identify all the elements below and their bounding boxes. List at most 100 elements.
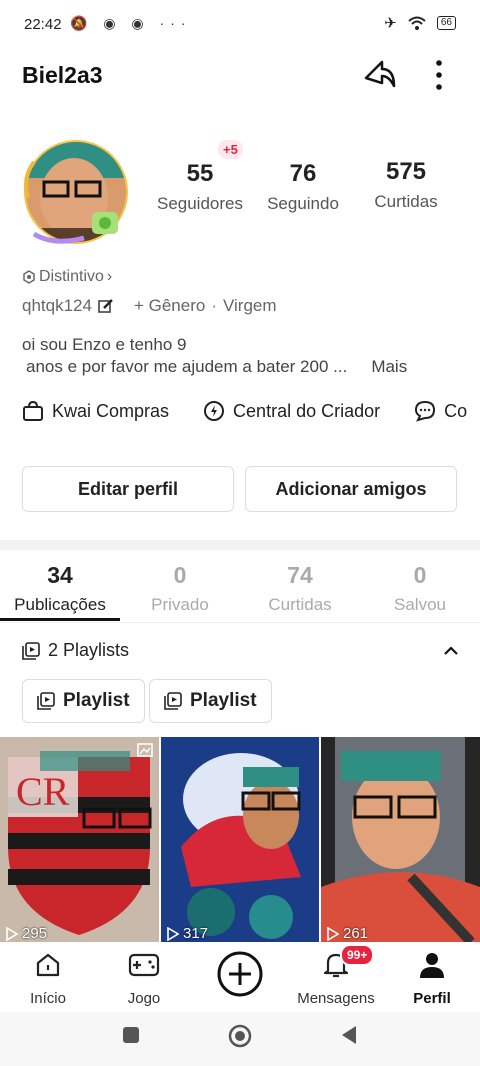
shortcut-row: Kwai Compras Central do Criador Co — [22, 400, 480, 422]
person-icon — [420, 953, 444, 978]
status-time: 22:42 — [24, 16, 62, 33]
tab-private[interactable]: 0 Privado — [120, 562, 240, 615]
kwai-shop-shortcut[interactable]: Kwai Compras — [22, 400, 169, 422]
chevron-right-icon: › — [106, 268, 113, 285]
nav-game-label: Jogo — [127, 990, 161, 1007]
flamengo-shield-image: CR — [0, 737, 159, 942]
tab-saved[interactable]: 0 Salvou — [360, 562, 480, 615]
system-navigation-bar — [0, 1012, 480, 1066]
likes-stat[interactable]: 575 Curtidas — [366, 158, 446, 212]
chevron-up-icon[interactable] — [442, 642, 460, 660]
tab-publications-label: Publicações — [14, 595, 106, 614]
profile-bio: oi sou Enzo e tenho 9 anos e por favor m… — [22, 334, 462, 378]
messages-badge: 99+ — [340, 944, 375, 966]
playlist-button-label: Playlist — [190, 690, 257, 711]
section-divider — [0, 540, 480, 550]
video-thumbnail[interactable]: CR 295 — [0, 737, 159, 942]
badge-link[interactable]: Distintivo › — [22, 268, 112, 286]
video-views: 295 — [6, 925, 47, 942]
badge-icon — [23, 270, 35, 284]
chat-shortcut-label: Co — [444, 400, 468, 421]
playlist-icon — [22, 641, 40, 660]
image-post-icon — [137, 743, 153, 757]
tab-saved-count: 0 — [413, 562, 427, 588]
status-notification-icons: 🔕 ◉ ◉ ··· — [70, 15, 192, 31]
video-image — [161, 737, 319, 942]
recent-apps-icon[interactable] — [122, 1026, 140, 1044]
status-bar: 22:42 🔕 ◉ ◉ ··· ✈ 66 — [0, 0, 480, 50]
play-icon — [167, 926, 179, 941]
following-stat[interactable]: 76 Seguindo — [260, 160, 346, 214]
add-friends-button[interactable]: Adicionar amigos — [245, 466, 457, 512]
edit-profile-button[interactable]: Editar perfil — [22, 466, 234, 512]
playlists-header-label: 2 Playlists — [48, 640, 130, 660]
airplane-icon: ✈ — [384, 15, 397, 32]
page-title: Biel2a3 — [22, 62, 103, 88]
followers-count: 55 — [186, 160, 214, 187]
status-system-icons: ✈ 66 — [384, 14, 456, 32]
plus-circle-icon — [217, 951, 263, 997]
tab-publications[interactable]: 34 Publicações — [0, 562, 120, 615]
shopping-bag-icon — [23, 400, 43, 421]
tab-liked-count: 74 — [287, 562, 313, 588]
video-image — [321, 737, 480, 942]
nav-profile-label: Perfil — [413, 990, 451, 1007]
chat-bubble-icon — [415, 400, 436, 422]
wifi-icon — [408, 16, 426, 30]
bio-more-link[interactable]: Mais — [371, 356, 407, 378]
followers-stat[interactable]: 55 Seguidores — [150, 160, 250, 214]
creator-center-shortcut[interactable]: Central do Criador — [203, 400, 380, 422]
back-icon[interactable] — [340, 1025, 358, 1045]
play-icon — [327, 926, 339, 941]
active-tab-indicator — [0, 618, 120, 621]
video-thumbnail[interactable]: 261 — [321, 737, 480, 942]
zodiac-sign: Virgem — [222, 296, 277, 315]
likes-label: Curtidas — [374, 192, 438, 211]
gender-button[interactable]: + Gênero — [134, 296, 205, 316]
following-count: 76 — [289, 160, 317, 187]
video-thumbnail[interactable]: 317 — [161, 737, 319, 942]
more-options-icon[interactable] — [428, 58, 450, 92]
home-button-icon[interactable] — [228, 1024, 252, 1048]
chat-shortcut[interactable]: Co — [414, 400, 467, 422]
avatar[interactable] — [14, 138, 132, 246]
tabs-divider — [0, 622, 480, 623]
home-icon — [36, 953, 60, 977]
profile-id-row: qhtqk124 + Gênero · Virgem — [22, 296, 277, 316]
bottom-navigation: Início Jogo Mensagens Perfil — [0, 942, 480, 1012]
nav-game[interactable]: Jogo — [114, 948, 174, 1007]
tab-liked-label: Curtidas — [268, 595, 332, 614]
playlist-icon — [37, 692, 55, 710]
nav-home[interactable]: Início — [18, 948, 78, 1007]
share-icon[interactable] — [362, 56, 398, 92]
bolt-circle-icon — [204, 401, 225, 421]
separator: · — [211, 296, 217, 315]
nav-messages-label: Mensagens — [297, 990, 375, 1007]
nav-home-label: Início — [30, 990, 66, 1007]
play-icon — [6, 926, 18, 941]
new-followers-badge: +5 — [218, 140, 243, 159]
video-views-count: 317 — [183, 925, 209, 942]
creator-center-label: Central do Criador — [233, 400, 381, 421]
playlist-button[interactable]: Playlist — [149, 679, 272, 723]
video-views-count: 295 — [22, 925, 48, 942]
create-post-button[interactable] — [214, 950, 266, 1002]
gamepad-icon — [128, 953, 160, 977]
svg-text:CR: CR — [16, 769, 70, 814]
battery-icon: 66 — [436, 16, 456, 30]
video-views-count: 261 — [343, 925, 369, 942]
edit-icon[interactable] — [98, 298, 114, 314]
kwai-shop-label: Kwai Compras — [52, 400, 170, 421]
badge-link-label: Distintivo — [39, 268, 104, 285]
video-views: 317 — [167, 925, 208, 942]
nav-profile[interactable]: Perfil — [402, 948, 462, 1007]
likes-count: 575 — [385, 158, 427, 185]
playlist-button[interactable]: Playlist — [22, 679, 145, 723]
playlists-header[interactable]: 2 Playlists — [22, 640, 129, 661]
tab-publications-count: 34 — [47, 562, 73, 588]
tab-saved-label: Salvou — [394, 595, 446, 614]
bio-line-2: anos e por favor me ajudem a bater 200 .… — [26, 357, 348, 376]
tab-liked[interactable]: 74 Curtidas — [240, 562, 360, 615]
tab-private-label: Privado — [151, 595, 209, 614]
tab-private-count: 0 — [173, 562, 187, 588]
